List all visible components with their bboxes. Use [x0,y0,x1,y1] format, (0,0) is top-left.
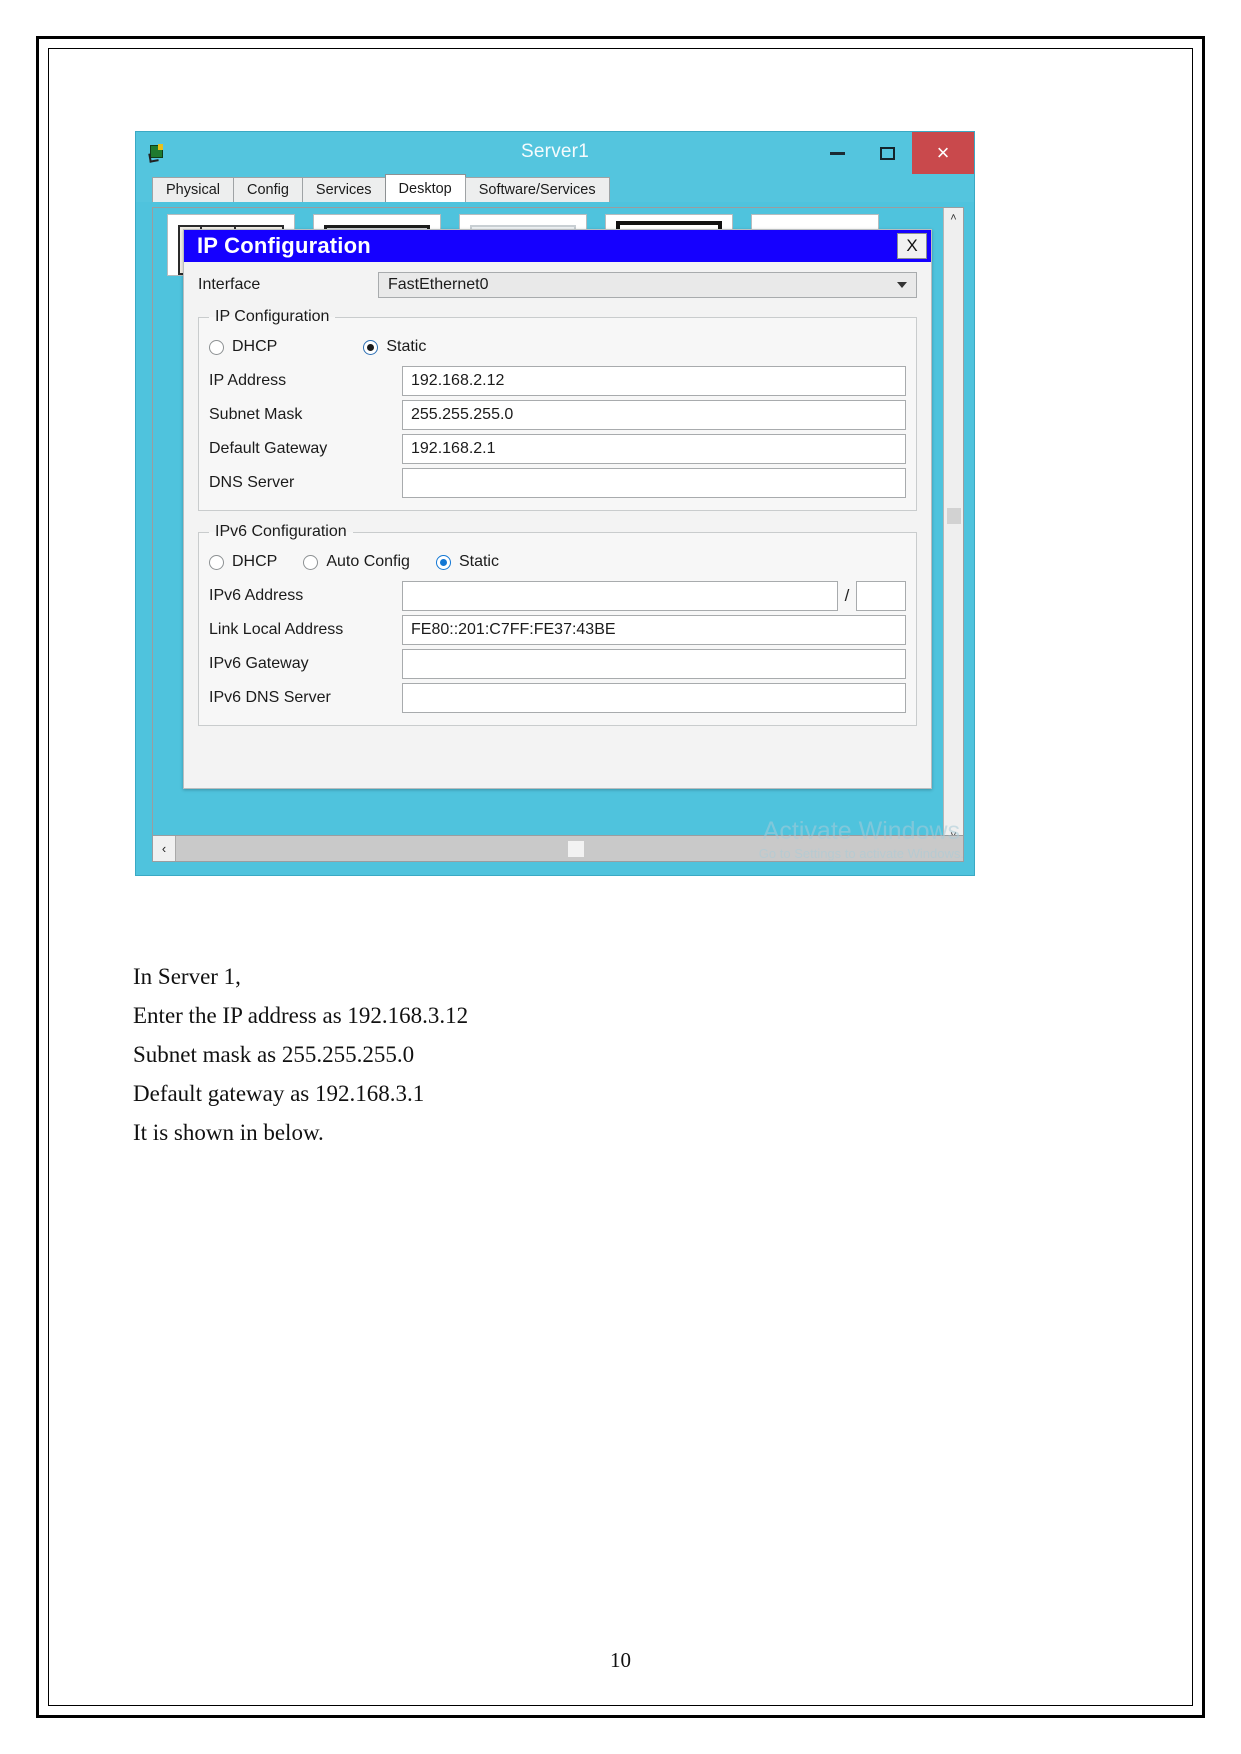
dns-server-input[interactable] [402,468,906,498]
ipv6-address-row: IPv6 Address / [209,579,906,613]
ipv6-radio-auto-config-label: Auto Config [326,553,410,570]
ip-configuration-dialog: IP Configuration X Interface FastEtherne… [183,229,932,789]
ipv6-prefix-length-input[interactable] [856,581,906,611]
subnet-mask-input[interactable]: 255.255.255.0 [402,400,906,430]
ipv6-dns-server-input[interactable] [402,683,906,713]
radio-circle-selected-icon [363,339,379,355]
ipv4-radio-static-label: Static [386,338,427,355]
radio-circle-selected-icon [435,554,451,570]
interface-select[interactable]: FastEthernet0 [378,272,917,298]
tab-physical[interactable]: Physical [152,177,234,202]
interface-select-value: FastEthernet0 [388,276,489,293]
ipv6-radio-dhcp-label: DHCP [232,553,278,570]
ipv6-address-input[interactable] [402,581,838,611]
default-gateway-label: Default Gateway [209,440,328,457]
ipv4-radio-dhcp[interactable]: DHCP [209,338,277,356]
close-button[interactable]: × [912,132,974,174]
chevron-down-icon [897,282,907,288]
dns-server-row: DNS Server [209,466,906,500]
ipv6-dns-server-row: IPv6 DNS Server [209,681,906,715]
ip-address-input[interactable]: 192.168.2.12 [402,366,906,396]
default-gateway-input[interactable]: 192.168.2.1 [402,434,906,464]
link-local-address-label: Link Local Address [209,621,344,638]
window-tab-bar: Physical Config Services Desktop Softwar… [136,174,974,202]
ipv6-gateway-label: IPv6 Gateway [209,655,309,672]
desktop-horizontal-scrollbar[interactable]: ‹ [152,835,964,862]
packet-tracer-icon [148,143,168,163]
tab-desktop[interactable]: Desktop [384,174,466,202]
maximize-button[interactable] [862,132,912,174]
dialog-title: IP Configuration [197,233,371,258]
ipv4-radio-dhcp-label: DHCP [232,338,278,355]
ipv6-radio-static-label: Static [458,553,499,570]
vertical-scroll-thumb[interactable] [947,508,961,524]
ipv6-address-label: IPv6 Address [209,587,304,604]
minimize-icon [829,151,845,155]
document-line-3: Subnet mask as 255.255.255.0 [133,1042,415,1067]
ipv6-prefix-separator: / [844,586,850,605]
tab-config[interactable]: Config [233,177,303,202]
document-line-5: It is shown in below. [133,1120,324,1145]
ipv6-dns-server-label: IPv6 DNS Server [209,689,331,706]
subnet-mask-label: Subnet Mask [209,406,303,423]
scroll-up-arrow-icon[interactable]: ˄ [944,208,963,228]
page-number: 10 [610,1648,631,1672]
ipv4-group-legend: IP Configuration [215,308,330,325]
tab-services[interactable]: Services [301,177,386,202]
dialog-close-button[interactable]: X [897,233,927,259]
ipv6-radio-static[interactable]: Static [435,553,499,571]
interface-row: Interface FastEthernet0 [198,270,917,300]
document-line-1: In Server 1, [133,964,241,989]
interface-label: Interface [198,276,261,293]
ipv4-configuration-group: IP Configuration DHCP Static IP Address … [198,308,917,511]
window-titlebar: Server1 × [136,132,974,174]
ipv6-radio-dhcp[interactable]: DHCP [209,553,277,571]
ipv4-mode-row: DHCP Static [209,332,906,362]
ipv6-mode-row: DHCP Auto Config Static [209,547,906,577]
desktop-vertical-scrollbar[interactable]: ˄ ˅ [943,208,963,846]
window-controls: × [812,132,974,174]
dialog-titlebar: IP Configuration X [184,230,931,262]
link-local-address-input[interactable]: FE80::201:C7FF:FE37:43BE [402,615,906,645]
link-local-address-row: Link Local Address FE80::201:C7FF:FE37:4… [209,613,906,647]
horizontal-scroll-thumb[interactable] [568,841,584,857]
ip-address-row: IP Address 192.168.2.12 [209,364,906,398]
ipv6-group-legend: IPv6 Configuration [215,523,347,540]
ipv6-address-group: / [402,581,906,611]
ipv6-radio-auto-config[interactable]: Auto Config [303,553,410,571]
ipv6-gateway-input[interactable] [402,649,906,679]
document-body-text: In Server 1, Enter the IP address as 192… [133,957,933,1152]
default-gateway-row: Default Gateway 192.168.2.1 [209,432,906,466]
maximize-icon [879,146,895,160]
horizontal-scroll-track[interactable] [176,836,963,861]
dns-server-label: DNS Server [209,474,295,491]
minimize-button[interactable] [812,132,862,174]
radio-circle-icon [209,554,224,570]
ip-address-label: IP Address [209,372,287,389]
document-line-4: Default gateway as 192.168.3.1 [133,1081,425,1106]
radio-circle-icon [303,554,319,570]
subnet-mask-row: Subnet Mask 255.255.255.0 [209,398,906,432]
radio-circle-icon [209,339,224,355]
tab-software-services[interactable]: Software/Services [464,177,610,202]
scroll-left-arrow-icon[interactable]: ‹ [153,836,176,861]
ipv4-radio-static[interactable]: Static [363,338,426,356]
ipv6-configuration-group: IPv6 Configuration DHCP Auto Config Stat… [198,523,917,726]
document-line-2: Enter the IP address as 192.168.3.12 [133,1003,469,1028]
ipv6-gateway-row: IPv6 Gateway [209,647,906,681]
